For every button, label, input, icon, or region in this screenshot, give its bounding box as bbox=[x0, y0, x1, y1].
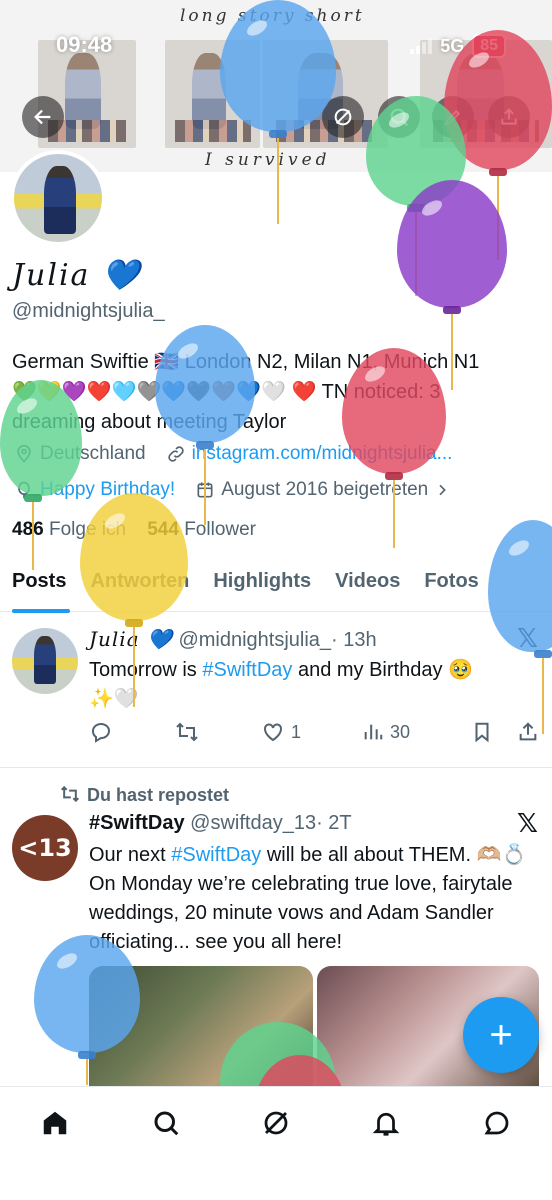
post-text: Tomorrow is #SwiftDay and my Birthday 🥹 … bbox=[89, 659, 473, 710]
tab-photos[interactable]: Fotos bbox=[412, 560, 490, 611]
post-time: · 13h bbox=[331, 629, 377, 651]
follow-stats: 486 Folge ich 544 Follower bbox=[12, 519, 256, 541]
post2-author-name[interactable]: #SwiftDay bbox=[89, 812, 185, 834]
grok-button[interactable] bbox=[322, 96, 364, 138]
bio-line-1: German Swiftie 🇬🇧 London N2, Milan N1, M… bbox=[12, 351, 480, 373]
bookmark-share-group bbox=[471, 721, 539, 743]
swiftday-avatar[interactable]: <13 bbox=[12, 815, 78, 881]
tab-posts[interactable]: Posts bbox=[0, 560, 78, 613]
messages-icon bbox=[484, 1111, 509, 1135]
location-icon bbox=[17, 444, 31, 463]
repost-indicator: Du hast repostet bbox=[58, 784, 229, 806]
nav-grok[interactable] bbox=[256, 1103, 296, 1143]
x-logo-icon: 𝕏 bbox=[517, 623, 538, 653]
joined-date: August 2016 beigetreten bbox=[221, 479, 429, 500]
share-button[interactable] bbox=[488, 96, 530, 138]
banner-photo-2 bbox=[165, 40, 260, 148]
post-author-handle: @midnightsjulia_ bbox=[178, 629, 332, 651]
banner-caption-bottom: I survived bbox=[205, 150, 331, 170]
balloon-icon bbox=[18, 481, 30, 499]
post-media-1[interactable] bbox=[89, 966, 313, 1090]
notifications-icon bbox=[373, 1112, 400, 1136]
share-icon[interactable] bbox=[517, 721, 539, 743]
back-button[interactable] bbox=[22, 96, 64, 138]
tab-highlights[interactable]: Highlights bbox=[201, 560, 323, 611]
profile-handle: @midnightsjulia_ bbox=[12, 300, 165, 322]
banner-caption-top: long story short bbox=[180, 6, 365, 26]
search-icon bbox=[390, 108, 409, 127]
bookmark-icon[interactable] bbox=[471, 721, 493, 743]
nav-notifications[interactable] bbox=[366, 1103, 406, 1143]
calendar-icon bbox=[197, 482, 213, 498]
post2-text: Our next #SwiftDay will be all about THE… bbox=[89, 844, 527, 953]
compose-post-button[interactable]: + bbox=[463, 997, 539, 1073]
like-icon bbox=[263, 723, 282, 742]
bio-line-3: dreaming about meeting Taylor bbox=[12, 411, 287, 433]
following-link[interactable]: 486 Folge ich bbox=[12, 519, 126, 540]
nav-messages[interactable] bbox=[477, 1103, 517, 1143]
chevron-right-icon[interactable] bbox=[434, 482, 450, 498]
birthday-label[interactable]: Happy Birthday! bbox=[40, 479, 175, 501]
nav-search[interactable] bbox=[146, 1103, 186, 1143]
circle-slash-icon bbox=[334, 108, 352, 126]
followers-link[interactable]: 544 Follower bbox=[147, 519, 256, 540]
post2-time: · 2T bbox=[316, 812, 352, 834]
link-icon bbox=[167, 446, 184, 462]
circle-slash-icon bbox=[264, 1111, 288, 1135]
profile-avatar[interactable] bbox=[10, 150, 106, 246]
repost-button[interactable] bbox=[174, 720, 200, 744]
profile-tabs: Posts Antworten Highlights Videos Fotos bbox=[0, 560, 552, 613]
profile-banner[interactable]: long story short I survived bbox=[0, 0, 552, 172]
search-icon bbox=[154, 1111, 178, 1136]
edit-button[interactable] bbox=[432, 96, 474, 138]
home-icon bbox=[43, 1111, 67, 1135]
nav-home[interactable] bbox=[35, 1103, 75, 1143]
network-label: 5G bbox=[440, 35, 465, 56]
reply-button[interactable] bbox=[89, 720, 113, 744]
like-count: 1 bbox=[290, 721, 301, 742]
like-button[interactable]: 1 bbox=[261, 720, 301, 744]
banner-photo-3 bbox=[263, 40, 388, 148]
bottom-navigation bbox=[0, 1086, 552, 1200]
x-logo-icon: 𝕏 bbox=[517, 808, 538, 838]
views-icon bbox=[364, 724, 383, 740]
share-icon bbox=[501, 108, 517, 125]
battery-indicator: 85 bbox=[472, 34, 506, 58]
views-button[interactable]: 30 bbox=[362, 721, 410, 743]
status-indicators: 5G 85 bbox=[410, 34, 506, 58]
post2-header: #SwiftDay @swiftday_13· 2T bbox=[89, 812, 352, 835]
profile-name: Julia 💙 bbox=[12, 258, 142, 293]
tab-replies[interactable]: Antworten bbox=[78, 560, 201, 611]
bio-line-2: 💚💛💜❤️🩵🩶💙🖤🤎💙🤍 ❤️ TN noticed: 3 bbox=[12, 381, 441, 403]
tab-videos[interactable]: Videos bbox=[323, 560, 412, 611]
post-divider bbox=[0, 767, 552, 768]
edit-icon bbox=[445, 109, 461, 125]
post-actions: 1 30 bbox=[89, 720, 539, 744]
reply-icon bbox=[92, 723, 110, 743]
hashtag-link[interactable]: #SwiftDay bbox=[171, 844, 261, 866]
profile-link[interactable]: instagram.com/midnightsjulia... bbox=[192, 443, 453, 465]
post2-author-handle: @swiftday_13 bbox=[190, 812, 317, 834]
post-author-name[interactable]: Julia 💙 bbox=[89, 627, 173, 651]
profile-dates: Happy Birthday! August 2016 beigetreten bbox=[14, 479, 450, 501]
repost-icon bbox=[60, 785, 80, 803]
post-avatar[interactable] bbox=[12, 628, 78, 694]
back-icon bbox=[34, 109, 51, 125]
views-count: 30 bbox=[389, 721, 410, 742]
search-profile-button[interactable] bbox=[378, 96, 420, 138]
repost-icon bbox=[176, 722, 198, 742]
signal-icon bbox=[410, 38, 433, 54]
hashtag-link[interactable]: #SwiftDay bbox=[202, 659, 292, 681]
status-time: 09:48 bbox=[56, 32, 113, 57]
profile-location: Deutschland instagram.com/midnightsjulia… bbox=[14, 443, 452, 465]
profile-bio: German Swiftie 🇬🇧 London N2, Milan N1, M… bbox=[12, 347, 542, 437]
post-header: Julia 💙 @midnightsjulia_· 13h bbox=[89, 627, 377, 652]
